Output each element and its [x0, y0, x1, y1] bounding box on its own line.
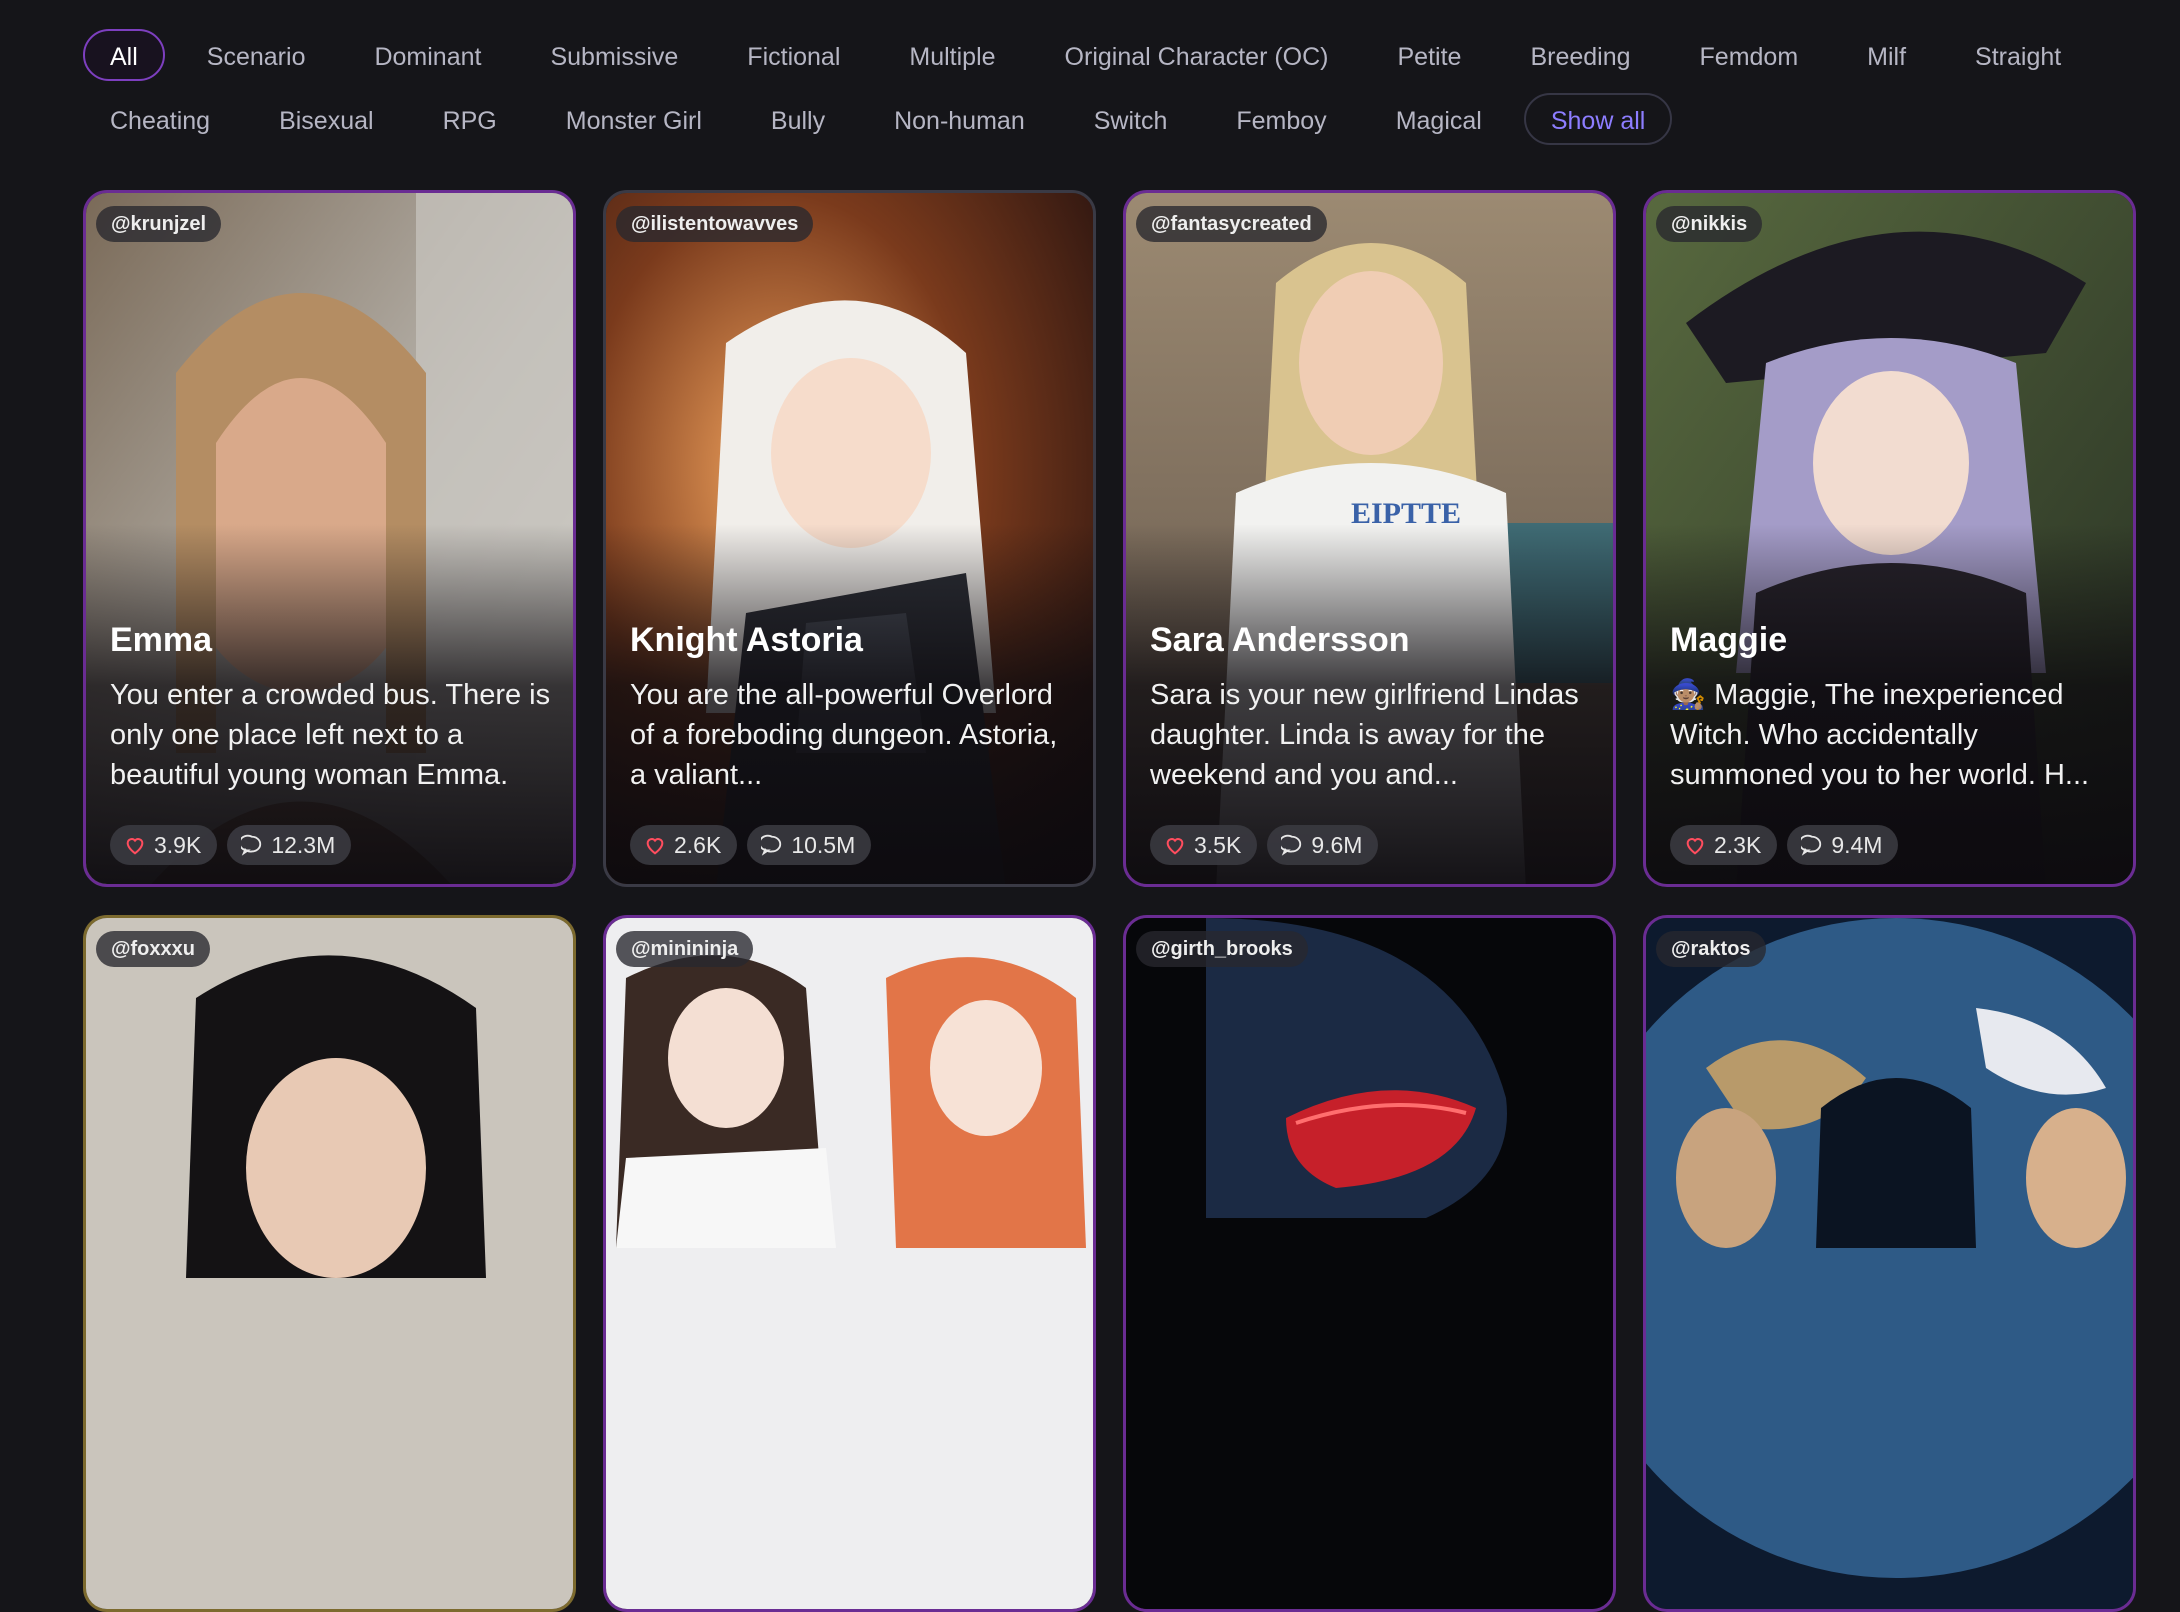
filter-femboy[interactable]: Femboy	[1209, 93, 1353, 145]
filter-monster-girl[interactable]: Monster Girl	[539, 93, 729, 145]
likes-count: 3.5K	[1194, 832, 1242, 858]
creator-handle[interactable]: @ilistentowavves	[616, 206, 814, 242]
heart-icon	[126, 838, 144, 855]
chats-count: 12.3M	[271, 832, 336, 858]
chat-bubble-icon	[1801, 834, 1822, 856]
creator-handle[interactable]: @minininja	[616, 931, 754, 967]
character-description: Sara is your new girlfriend Lindas daugh…	[1150, 679, 1579, 791]
filter-rpg[interactable]: RPG	[416, 93, 524, 145]
creator-handle[interactable]: @girth_brooks	[1136, 931, 1308, 967]
filter-switch[interactable]: Switch	[1067, 93, 1195, 145]
character-card[interactable]: @minininja	[603, 915, 1096, 1612]
card-stats: 2.6K 10.5M	[630, 825, 881, 865]
heart-icon	[1166, 838, 1184, 855]
category-filters: All Scenario Dominant Submissive Fiction…	[83, 28, 2123, 156]
chat-bubble-icon	[761, 834, 782, 856]
likes-badge[interactable]: 2.6K	[630, 825, 738, 865]
likes-badge[interactable]: 2.3K	[1670, 825, 1778, 865]
character-card[interactable]: @raktos	[1643, 915, 2136, 1612]
likes-badge[interactable]: 3.9K	[110, 825, 218, 865]
character-name: Sara Andersson	[1150, 621, 1410, 659]
creator-handle[interactable]: @krunjzel	[96, 206, 222, 242]
likes-count: 3.9K	[154, 832, 202, 858]
likes-count: 2.3K	[1714, 832, 1762, 858]
character-image	[606, 918, 1093, 1609]
chats-count: 9.4M	[1831, 832, 1883, 858]
filter-magical[interactable]: Magical	[1369, 93, 1509, 145]
show-all-button[interactable]: Show all	[1523, 93, 1673, 145]
chat-bubble-icon	[1281, 834, 1302, 856]
character-image	[1126, 918, 1613, 1609]
creator-handle[interactable]: @nikkis	[1656, 206, 1763, 242]
creator-handle[interactable]: @foxxxu	[96, 931, 210, 967]
filter-petite[interactable]: Petite	[1371, 29, 1489, 81]
chat-bubble-icon	[241, 834, 262, 856]
filter-breeding[interactable]: Breeding	[1503, 29, 1657, 81]
character-name: Maggie	[1670, 621, 1788, 659]
character-image	[86, 918, 573, 1609]
filter-femdom[interactable]: Femdom	[1673, 29, 1826, 81]
chats-badge[interactable]: 10.5M	[747, 825, 872, 865]
filter-dominant[interactable]: Dominant	[347, 29, 508, 81]
chats-count: 9.6M	[1311, 832, 1363, 858]
filter-row-2: Cheating Bisexual RPG Monster Girl Bully…	[83, 92, 2123, 146]
character-name: Emma	[110, 621, 213, 659]
filter-fictional[interactable]: Fictional	[720, 29, 867, 81]
likes-count: 2.6K	[674, 832, 722, 858]
chats-badge[interactable]: 12.3M	[227, 825, 352, 865]
card-stats: 3.5K 9.6M	[1150, 825, 1388, 865]
filter-straight[interactable]: Straight	[1948, 29, 2088, 81]
filter-submissive[interactable]: Submissive	[523, 29, 705, 81]
heart-icon	[646, 838, 664, 855]
chats-count: 10.5M	[791, 832, 856, 858]
filter-original-character[interactable]: Original Character (OC)	[1038, 29, 1356, 81]
filter-all[interactable]: All	[83, 29, 165, 81]
character-card[interactable]: @ilistentowavves Knight Astoria You are …	[603, 190, 1096, 887]
character-grid: @krunjzel Emma You enter a crowded bus. …	[83, 190, 2136, 1612]
filter-bully[interactable]: Bully	[744, 93, 852, 145]
filter-row-1: All Scenario Dominant Submissive Fiction…	[83, 28, 2123, 82]
character-description: You enter a crowded bus. There is only o…	[110, 679, 551, 791]
character-card[interactable]: @nikkis Maggie 🧙🏽 Maggie, The inexperien…	[1643, 190, 2136, 887]
character-card[interactable]: @foxxxu	[83, 915, 576, 1612]
filter-milf[interactable]: Milf	[1840, 29, 1933, 81]
creator-handle[interactable]: @raktos	[1656, 931, 1766, 967]
likes-badge[interactable]: 3.5K	[1150, 825, 1258, 865]
filter-multiple[interactable]: Multiple	[882, 29, 1022, 81]
character-description: 🧙🏽 Maggie, The inexperienced Witch. Who …	[1670, 679, 2090, 791]
filter-scenario[interactable]: Scenario	[180, 29, 333, 81]
character-card[interactable]: @krunjzel Emma You enter a crowded bus. …	[83, 190, 576, 887]
character-card[interactable]: EIPTTE @fantasycreated Sara Andersson Sa…	[1123, 190, 1616, 887]
character-name: Knight Astoria	[630, 621, 863, 659]
heart-icon	[1686, 838, 1704, 855]
filter-cheating[interactable]: Cheating	[83, 93, 237, 145]
chats-badge[interactable]: 9.6M	[1267, 825, 1379, 865]
card-stats: 3.9K 12.3M	[110, 825, 361, 865]
creator-handle[interactable]: @fantasycreated	[1136, 206, 1327, 242]
card-stats: 2.3K 9.4M	[1670, 825, 1908, 865]
character-description: You are the all-powerful Overlord of a f…	[630, 679, 1058, 791]
character-card[interactable]: @girth_brooks	[1123, 915, 1616, 1612]
character-image	[1646, 918, 2133, 1609]
filter-bisexual[interactable]: Bisexual	[252, 93, 401, 145]
filter-non-human[interactable]: Non-human	[867, 93, 1052, 145]
chats-badge[interactable]: 9.4M	[1787, 825, 1899, 865]
